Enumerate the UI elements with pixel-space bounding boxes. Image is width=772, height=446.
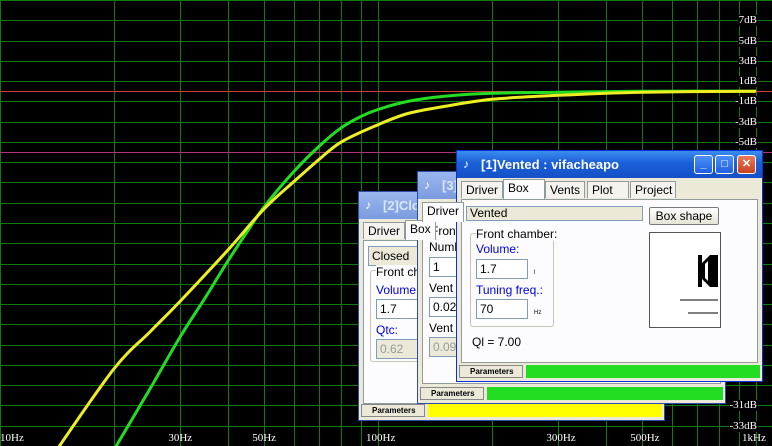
window-title-bar[interactable]: ♪ [1]Vented : vifacheapo _ □ ✕: [457, 151, 762, 178]
status-bar: Parameters: [361, 404, 662, 418]
y-tick-label: -33dB: [728, 419, 758, 432]
y-tick-label: 7dB: [737, 14, 758, 27]
y-tick-label: 3dB: [737, 54, 758, 67]
tab-vents[interactable]: Vents: [545, 181, 585, 198]
tab-project[interactable]: Project: [630, 181, 676, 198]
tab-driver[interactable]: Driver: [422, 202, 464, 222]
tab-driver[interactable]: Driver: [363, 222, 405, 239]
front-chamber-label: Front chamber:: [476, 227, 558, 241]
app-icon: ♪: [463, 157, 469, 171]
status-bar: Parameters: [420, 387, 723, 401]
volume-unit: l: [534, 270, 536, 276]
maximize-button[interactable]: □: [715, 155, 734, 174]
tuning-unit: Hz: [534, 310, 542, 316]
x-tick-label: 30Hz: [168, 432, 193, 444]
tab-panel: Vented Box shape Front chamber: Volume: …: [461, 199, 758, 363]
volume-label: Volume:: [476, 242, 520, 256]
x-tick-label: 500Hz: [630, 432, 660, 444]
status-bar: Parameters: [459, 365, 760, 379]
volume-input[interactable]: 1.7: [476, 259, 528, 279]
tab-driver[interactable]: Driver: [461, 181, 503, 198]
y-tick-label: -5dB: [734, 135, 758, 148]
x-tick-label: 1kHz: [742, 432, 766, 444]
status-label: Parameters: [459, 365, 523, 378]
x-tick-label: 100Hz: [366, 432, 396, 444]
minimize-button[interactable]: _: [694, 155, 713, 174]
status-label: Parameters: [420, 387, 484, 400]
status-indicator: [487, 387, 723, 400]
tab-box[interactable]: Box: [503, 179, 545, 199]
window-title: [1]Vented : vifacheapo: [481, 157, 619, 172]
box-type-field: Vented: [466, 206, 643, 221]
status-indicator: [526, 365, 760, 378]
tuning-label: Tuning freq.:: [476, 283, 543, 297]
box-shape-button[interactable]: Box shape: [649, 207, 719, 225]
x-tick-label: 50Hz: [252, 432, 277, 444]
ql-value: Ql = 7.00: [472, 335, 522, 349]
y-tick-label: -3dB: [734, 115, 758, 128]
status-indicator: [428, 404, 662, 417]
tuning-input[interactable]: 70: [476, 299, 528, 319]
tab-box[interactable]: Box: [405, 220, 436, 240]
x-tick-label: 10Hz: [0, 432, 24, 444]
y-tick-label: -31dB: [728, 399, 758, 412]
status-label: Parameters: [361, 404, 425, 417]
volume-label: Volume:: [376, 283, 420, 297]
speaker-icon: [680, 255, 718, 314]
app-icon: ♪: [365, 198, 371, 212]
qtc-label: Qtc:: [376, 323, 399, 337]
y-tick-label: 1dB: [737, 75, 758, 88]
window-vented-vifacheapo[interactable]: ♪ [1]Vented : vifacheapo _ □ ✕ Driver Bo…: [456, 150, 763, 382]
tab-plot[interactable]: Plot: [587, 181, 629, 198]
y-tick-label: -1dB: [734, 95, 758, 108]
box-shape-preview: [649, 232, 721, 328]
app-icon: ♪: [424, 178, 430, 192]
y-tick-label: 5dB: [737, 34, 758, 47]
close-button[interactable]: ✕: [737, 155, 756, 174]
x-tick-label: 300Hz: [546, 432, 576, 444]
